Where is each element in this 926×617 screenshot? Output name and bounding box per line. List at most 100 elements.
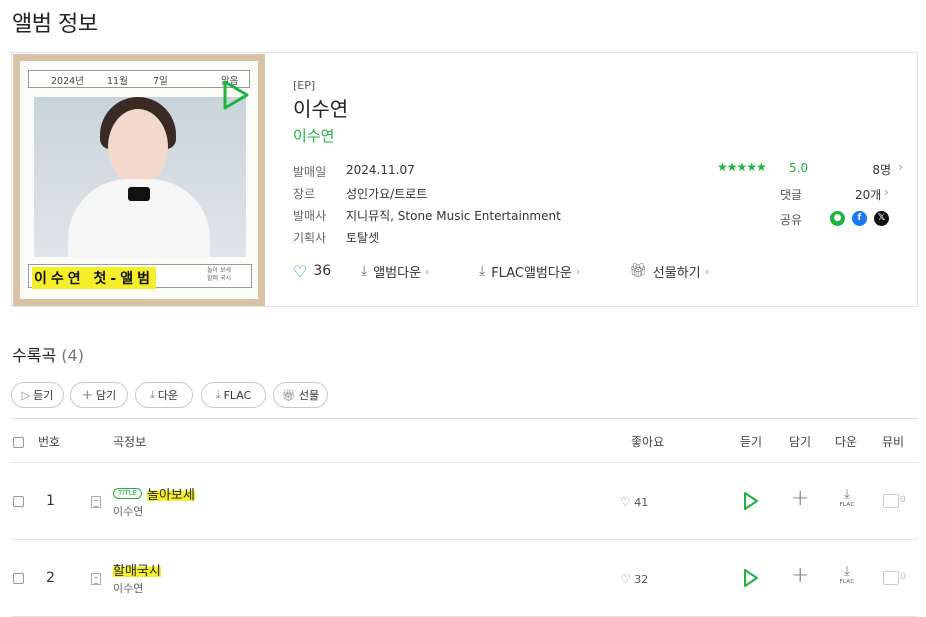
download-icon: ⤓ bbox=[149, 388, 155, 401]
genre-label: 장르 bbox=[293, 187, 316, 201]
track-number: 2 bbox=[46, 570, 55, 586]
publisher-label: 발매사 bbox=[293, 209, 327, 223]
add-selected-button[interactable]: + 담기 bbox=[70, 382, 128, 408]
header-number: 번호 bbox=[38, 435, 61, 449]
track-title[interactable]: 놀아보세 bbox=[147, 484, 195, 503]
select-all-checkbox[interactable] bbox=[13, 437, 24, 448]
mv-count: 0 bbox=[900, 495, 906, 505]
play-icon[interactable] bbox=[743, 568, 759, 588]
album-action-row: ♡ 36 ⤓ 앨범다운 › ⤓ FLAC앨범다운 › 🎁︎ 선물하기 › bbox=[293, 261, 753, 281]
share-x-icon[interactable]: 𝕏 bbox=[874, 211, 889, 226]
flac-label: FLAC bbox=[839, 502, 855, 508]
download-selected-button[interactable]: ⤓ 다운 bbox=[135, 382, 193, 408]
mv-icon[interactable] bbox=[883, 494, 899, 508]
download-icon: ⤓ bbox=[479, 263, 486, 279]
download-icon[interactable]: ⤓ FLAC bbox=[835, 565, 859, 586]
chevron-right-icon: › bbox=[898, 160, 903, 174]
share-facebook-icon[interactable]: f bbox=[852, 211, 867, 226]
album-like-button[interactable]: ♡ 36 bbox=[293, 261, 331, 281]
tracklist-count: (4) bbox=[61, 346, 84, 365]
play-icon[interactable] bbox=[743, 491, 759, 511]
tracklist-title: 수록곡 (4) bbox=[12, 342, 84, 366]
gift-icon: 🎁︎ bbox=[629, 263, 647, 279]
cover-title: 이수연 첫-앨범 bbox=[32, 267, 156, 289]
track-artist[interactable]: 이수연 bbox=[113, 580, 143, 596]
play-icon[interactable] bbox=[217, 78, 251, 112]
download-selected-label: 다운 bbox=[157, 389, 179, 402]
genre-value: 성인가요/트로트 bbox=[346, 187, 428, 201]
chevron-right-icon: › bbox=[425, 264, 430, 278]
comments-count[interactable]: 20개 bbox=[855, 186, 881, 203]
track-like-button[interactable]: ♡ 32 bbox=[620, 572, 648, 586]
gift-selected-button[interactable]: 🎁︎ 선물 bbox=[273, 382, 328, 408]
listen-selected-button[interactable]: ▷ 듣기 bbox=[11, 382, 64, 408]
row-checkbox[interactable] bbox=[13, 573, 24, 584]
cover-subtitle: 놀아 보세 할매 국시 bbox=[207, 267, 231, 282]
title-badge: TITLE bbox=[113, 488, 142, 499]
plus-icon[interactable]: + bbox=[791, 486, 809, 511]
album-flac-download-button[interactable]: ⤓ FLAC앨범다운 › bbox=[479, 261, 580, 281]
document-icon[interactable] bbox=[91, 496, 101, 508]
table-row: 2 할매국시 이수연 ♡ 32 + ⤓ FLAC 0 bbox=[11, 540, 918, 617]
document-icon[interactable] bbox=[91, 573, 101, 585]
track-number: 1 bbox=[46, 493, 55, 509]
header-add: 담기 bbox=[789, 435, 812, 449]
header-likes: 좋아요 bbox=[631, 435, 665, 449]
agency-value: 토탈셋 bbox=[346, 231, 380, 245]
release-date-value: 2024.11.07 bbox=[346, 163, 415, 177]
album-cover[interactable]: 2024년 11월 7일 맑음 이수연 첫-앨범 놀아 보세 할매 국시 bbox=[13, 54, 265, 306]
chevron-right-icon: › bbox=[884, 185, 889, 199]
release-date-label: 발매일 bbox=[293, 165, 327, 179]
listen-selected-label: 듣기 bbox=[33, 389, 54, 402]
share-label: 공유 bbox=[780, 213, 803, 227]
heart-icon: ♡ bbox=[293, 261, 308, 281]
chevron-right-icon: › bbox=[575, 264, 581, 278]
header-mv: 뮤비 bbox=[882, 435, 905, 449]
gift-selected-label: 선물 bbox=[298, 389, 320, 402]
tracklist-title-text: 수록곡 bbox=[12, 346, 57, 365]
heart-icon: ♡ bbox=[620, 572, 631, 586]
rating-stars: ★★★★★ bbox=[717, 160, 767, 174]
page-title: 앨범 정보 bbox=[12, 12, 98, 37]
track-title[interactable]: 할매국시 bbox=[113, 560, 161, 579]
flac-label: FLAC bbox=[839, 579, 855, 585]
header-song-info: 곡정보 bbox=[113, 435, 147, 449]
track-like-button[interactable]: ♡ 41 bbox=[620, 495, 648, 509]
chevron-right-icon: › bbox=[704, 264, 710, 278]
album-type: [EP] bbox=[293, 79, 316, 92]
track-like-count: 41 bbox=[634, 496, 649, 509]
album-gift-button[interactable]: 🎁︎ 선물하기 › bbox=[629, 261, 709, 281]
cover-photo bbox=[34, 97, 246, 257]
album-title: 이수연 bbox=[293, 97, 349, 121]
gift-icon: 🎁︎ bbox=[281, 388, 296, 402]
header-download: 다운 bbox=[835, 435, 858, 449]
flac-selected-button[interactable]: ⤓ FLAC bbox=[201, 382, 266, 408]
flac-selected-label: FLAC bbox=[223, 388, 252, 402]
download-icon: ⤓ bbox=[215, 388, 221, 401]
download-icon: ⤓ bbox=[361, 263, 368, 279]
row-checkbox[interactable] bbox=[13, 496, 24, 507]
track-like-count: 32 bbox=[634, 573, 649, 586]
album-gift-label: 선물하기 bbox=[652, 265, 701, 281]
cover-date-year: 2024년 bbox=[51, 76, 84, 87]
table-row: 1 TITLE 놀아보세 이수연 ♡ 41 + ⤓ FLAC 0 bbox=[11, 463, 918, 540]
add-selected-label: 담기 bbox=[95, 389, 117, 402]
rating-score: 5.0 bbox=[789, 161, 809, 175]
share-melon-icon[interactable]: ● bbox=[830, 211, 845, 226]
album-artist-link[interactable]: 이수연 bbox=[293, 125, 334, 146]
album-like-count: 36 bbox=[313, 263, 332, 279]
album-download-button[interactable]: ⤓ 앨범다운 › bbox=[361, 261, 429, 281]
comments-label: 댓글 bbox=[780, 188, 803, 202]
cover-title-bar: 이수연 첫-앨범 놀아 보세 할매 국시 bbox=[28, 264, 252, 289]
album-download-label: 앨범다운 bbox=[373, 265, 422, 281]
tracklist-header: 번호 곡정보 좋아요 듣기 담기 다운 뮤비 bbox=[11, 418, 918, 463]
rating-count: 8명 bbox=[872, 163, 891, 177]
download-icon[interactable]: ⤓ FLAC bbox=[835, 488, 859, 509]
rating-row[interactable]: ★★★★★ 5.0 8명 › bbox=[717, 160, 907, 177]
header-listen: 듣기 bbox=[740, 435, 763, 449]
track-artist[interactable]: 이수연 bbox=[113, 503, 143, 519]
album-info-card: 2024년 11월 7일 맑음 이수연 첫-앨범 놀아 보세 할매 국시 [EP… bbox=[11, 52, 918, 307]
cover-date-day: 7일 bbox=[153, 76, 168, 87]
plus-icon[interactable]: + bbox=[791, 563, 809, 588]
mv-icon[interactable] bbox=[883, 571, 899, 585]
